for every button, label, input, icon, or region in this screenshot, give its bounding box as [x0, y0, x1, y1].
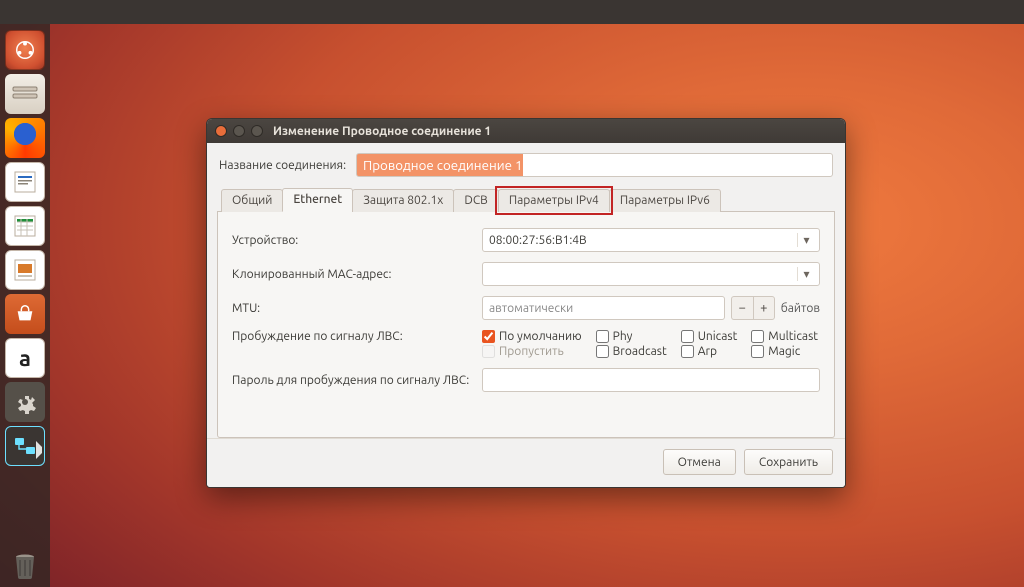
checkbox-icon[interactable] — [681, 345, 694, 358]
window-maximize-button[interactable] — [251, 125, 263, 137]
cloned-mac-combo[interactable]: ▾ — [482, 262, 820, 286]
cancel-button[interactable]: Отмена — [663, 449, 736, 475]
wol-multicast-checkbox[interactable]: Multicast — [751, 330, 820, 343]
wol-default-checkbox[interactable]: По умолчанию — [482, 330, 584, 343]
wol-unicast-checkbox[interactable]: Unicast — [681, 330, 740, 343]
wol-password-input[interactable] — [482, 368, 820, 392]
libreoffice-calc-icon[interactable] — [5, 206, 45, 246]
tab-8021x[interactable]: Защита 802.1x — [352, 189, 454, 212]
tab-ipv4[interactable]: Параметры IPv4 — [498, 189, 610, 212]
files-icon[interactable] — [5, 74, 45, 114]
wol-checkbox-group: По умолчанию Phy Unicast Multicast — [482, 330, 820, 358]
wol-arp-checkbox[interactable]: Arp — [681, 345, 740, 358]
checkbox-icon[interactable] — [596, 330, 609, 343]
dialog-titlebar[interactable]: Изменение Проводное соединение 1 — [207, 119, 845, 143]
tab-strip: Общий Ethernet Защита 802.1x DCB Парамет… — [217, 187, 835, 212]
checkbox-icon[interactable] — [482, 330, 495, 343]
wol-broadcast-checkbox[interactable]: Broadcast — [596, 345, 669, 358]
dialog-footer: Отмена Сохранить — [207, 438, 845, 487]
checkbox-icon[interactable] — [596, 345, 609, 358]
mtu-increment-button[interactable]: + — [753, 296, 775, 320]
top-panel — [0, 0, 1024, 24]
trash-icon[interactable] — [5, 547, 45, 587]
checkbox-icon — [482, 345, 495, 358]
checkbox-icon[interactable] — [751, 330, 764, 343]
chevron-down-icon: ▾ — [797, 233, 815, 247]
tab-general[interactable]: Общий — [221, 189, 283, 212]
device-value: 08:00:27:56:B1:4B — [489, 234, 587, 247]
tab-dcb[interactable]: DCB — [453, 189, 498, 212]
wol-ignore-checkbox: Пропустить — [482, 345, 584, 358]
dash-icon[interactable] — [5, 30, 45, 70]
unity-launcher: a — [0, 24, 50, 587]
checkbox-icon[interactable] — [751, 345, 764, 358]
checkbox-icon[interactable] — [681, 330, 694, 343]
mtu-input[interactable] — [482, 296, 725, 320]
window-close-button[interactable] — [215, 125, 227, 137]
edit-connection-dialog: Изменение Проводное соединение 1 Названи… — [206, 118, 846, 488]
wol-magic-checkbox[interactable]: Magic — [751, 345, 820, 358]
libreoffice-impress-icon[interactable] — [5, 250, 45, 290]
wol-label: Пробуждение по сигналу ЛВС: — [232, 330, 482, 343]
window-minimize-button[interactable] — [233, 125, 245, 137]
tab-ipv6[interactable]: Параметры IPv6 — [609, 189, 721, 212]
device-label: Устройство: — [232, 234, 482, 247]
connection-name-input[interactable] — [356, 153, 833, 177]
libreoffice-writer-icon[interactable] — [5, 162, 45, 202]
mtu-label: MTU: — [232, 302, 482, 315]
cloned-mac-label: Клонированный MAC-адрес: — [232, 268, 482, 281]
save-button[interactable]: Сохранить — [744, 449, 833, 475]
chevron-down-icon: ▾ — [797, 267, 815, 281]
tab-ethernet[interactable]: Ethernet — [282, 188, 353, 212]
wol-password-label: Пароль для пробуждения по сигналу ЛВС: — [232, 374, 482, 387]
mtu-unit-label: байтов — [781, 302, 820, 315]
dialog-title: Изменение Проводное соединение 1 — [273, 125, 491, 138]
tab-page-ethernet: Устройство: 08:00:27:56:B1:4B ▾ Клониров… — [217, 212, 835, 438]
firefox-icon[interactable] — [5, 118, 45, 158]
mtu-decrement-button[interactable]: − — [731, 296, 753, 320]
mtu-stepper: − + — [731, 296, 775, 320]
system-settings-icon[interactable] — [5, 382, 45, 422]
connection-name-label: Название соединения: — [219, 159, 346, 172]
wol-phy-checkbox[interactable]: Phy — [596, 330, 669, 343]
software-center-icon[interactable] — [5, 294, 45, 334]
device-combo[interactable]: 08:00:27:56:B1:4B ▾ — [482, 228, 820, 252]
network-settings-icon[interactable] — [5, 426, 45, 466]
amazon-icon[interactable]: a — [5, 338, 45, 378]
